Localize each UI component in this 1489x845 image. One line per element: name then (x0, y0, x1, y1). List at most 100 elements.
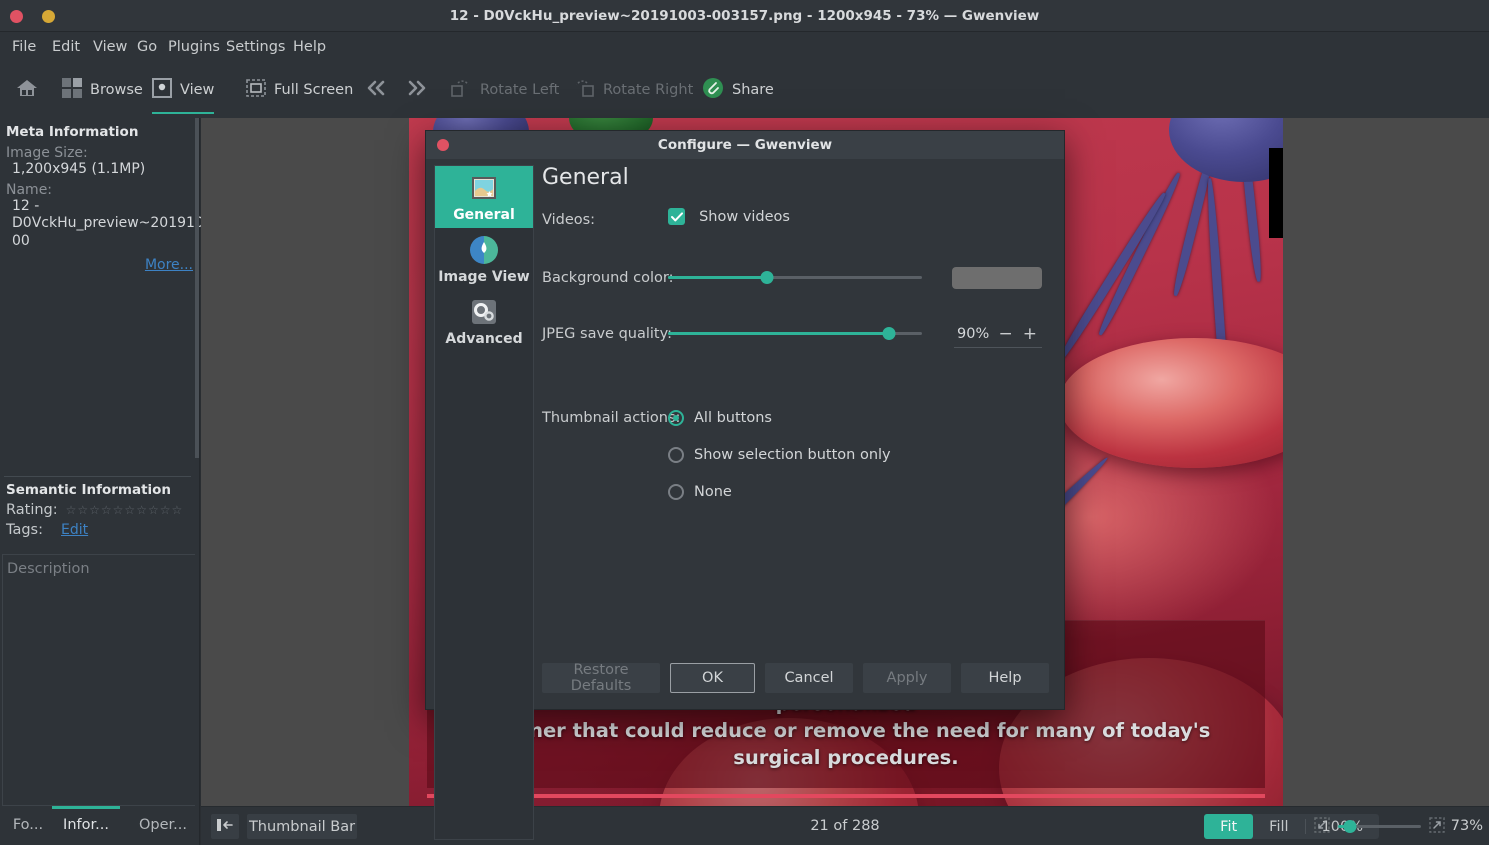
sidebar-tabbar: Fo... Infor... Oper... (0, 806, 200, 845)
background-color-label: Background color: (542, 270, 674, 286)
thumbnail-action-none[interactable]: None (668, 478, 1052, 506)
menu-view[interactable]: View (87, 32, 133, 62)
menu-edit[interactable]: Edit (46, 32, 86, 62)
zoom-mode-fit[interactable]: Fit (1204, 814, 1254, 839)
semantic-information-header: Semantic Information (6, 482, 172, 498)
meta-more-link[interactable]: More... (145, 257, 193, 273)
toolbar-view-active-indicator (152, 111, 215, 114)
radio-none[interactable] (668, 484, 684, 500)
photo-caption-line-4: manner that could reduce or remove the n… (481, 718, 1211, 742)
help-button[interactable]: Help (961, 663, 1049, 693)
image-size-key: Image Size: (6, 145, 88, 161)
menu-settings[interactable]: Settings (220, 32, 291, 62)
dialog-close-icon[interactable] (437, 139, 449, 151)
sidebar-tab-information-active-indicator (52, 806, 120, 809)
thumbnail-actions-group: Thumbnail actions: All buttons Show sele… (542, 404, 1052, 506)
jpeg-quality-spinbox[interactable]: 90% − + (954, 320, 1042, 348)
dialog-nav-advanced-label: Advanced (445, 330, 523, 347)
dialog-button-bar: Restore Defaults OK Cancel Apply Help (542, 662, 1052, 694)
zoom-mode-fill[interactable]: Fill (1253, 814, 1304, 839)
zoom-slider[interactable] (1338, 820, 1421, 833)
dialog-nav-advanced[interactable]: Advanced (435, 290, 533, 352)
radio-all-buttons[interactable] (668, 410, 684, 426)
dialog-page-title: General (542, 165, 629, 190)
jpeg-quality-slider-fill (668, 332, 889, 335)
browse-grid-icon (62, 78, 82, 102)
tags-edit-link[interactable]: Edit (61, 522, 88, 538)
zoom-mode-fit-label: Fit (1220, 818, 1238, 835)
dialog-body: General Videos: Show videos Background c… (542, 165, 1052, 515)
dialog-title: Configure — Gwenview (657, 137, 833, 153)
menu-file[interactable]: File (6, 32, 42, 62)
previous-double-chevron-icon (364, 79, 388, 101)
collapse-panel-button[interactable] (211, 814, 239, 839)
sidebar-tab-folders-label: Fo... (12, 817, 44, 833)
show-videos-checkbox[interactable] (668, 208, 685, 225)
cancel-button[interactable]: Cancel (765, 663, 853, 693)
name-value-line2: D0VckHu_preview~20191003-00 (12, 215, 227, 249)
toolbar-next-button[interactable] (399, 70, 435, 110)
jpeg-quality-slider[interactable] (668, 327, 922, 340)
radio-selection-button-only[interactable] (668, 447, 684, 463)
thumbnail-action-selection-only[interactable]: Show selection button only (668, 441, 1052, 469)
toolbar-share-label: Share (732, 82, 774, 98)
window-title: 12 - D0VckHu_preview~20191003-003157.png… (449, 8, 1040, 24)
zoom-in-icon[interactable] (1429, 816, 1445, 837)
red-blood-cell (1059, 338, 1283, 468)
toolbar-home-button[interactable] (10, 70, 44, 110)
ok-button[interactable]: OK (670, 663, 755, 693)
image-size-value: 1,200x945 (1.1MP) (12, 161, 146, 177)
home-icon (16, 78, 38, 102)
background-color-row: Background color: (542, 264, 1052, 320)
photo-black-bar (1269, 148, 1283, 238)
rating-key: Rating: (6, 502, 58, 518)
background-color-swatch[interactable] (952, 267, 1042, 289)
thumbnail-bar-button[interactable]: Thumbnail Bar (247, 814, 357, 839)
sidebar-tab-information[interactable]: Infor... (48, 806, 124, 845)
toolbar-browse-label: Browse (90, 82, 143, 98)
menu-help[interactable]: Help (287, 32, 332, 62)
jpeg-quality-label: JPEG save quality: (542, 326, 673, 342)
toolbar-previous-button[interactable] (358, 70, 394, 110)
background-color-slider[interactable] (668, 271, 922, 284)
zoom-out-icon[interactable] (1314, 816, 1330, 837)
toolbar-fullscreen-label: Full Screen (274, 82, 354, 98)
main-toolbar: Browse View Full Screen Rotate Left Rota… (0, 62, 1489, 118)
description-input[interactable]: Description (2, 554, 196, 806)
zoom-slider-knob[interactable] (1343, 820, 1357, 833)
photo-caption-line-5: surgical procedures. (733, 745, 959, 769)
rating-stars[interactable]: ☆☆☆☆☆☆☆☆☆☆ (66, 503, 184, 517)
dialog-nav-general[interactable]: General (435, 166, 533, 228)
advanced-gears-icon (468, 296, 500, 328)
name-value-line1: 12 - (12, 197, 40, 214)
view-image-icon (152, 78, 172, 102)
toolbar-rotate-left-button[interactable]: Rotate Left (444, 70, 565, 110)
sidebar-tab-information-label: Infor... (63, 817, 109, 833)
menu-go[interactable]: Go (131, 32, 163, 62)
toolbar-rotate-right-label: Rotate Right (603, 82, 694, 98)
sidebar-tab-operations-label: Oper... (139, 817, 187, 833)
sidebar-scrollbar[interactable] (195, 118, 199, 806)
tags-key: Tags: (6, 522, 43, 538)
show-videos-label: Show videos (699, 208, 790, 225)
sidebar-tab-operations[interactable]: Oper... (128, 806, 198, 845)
dialog-titlebar: Configure — Gwenview (426, 131, 1064, 159)
background-color-slider-knob[interactable] (760, 271, 774, 284)
jpeg-quality-decrement-button[interactable]: − (994, 324, 1018, 344)
restore-defaults-button[interactable]: Restore Defaults (542, 662, 660, 694)
toolbar-share-button[interactable]: Share (696, 70, 780, 110)
jpeg-quality-slider-knob[interactable] (882, 327, 896, 340)
toolbar-browse-button[interactable]: Browse (56, 70, 149, 110)
apply-button[interactable]: Apply (863, 663, 951, 693)
videos-row: Videos: Show videos (542, 206, 1052, 246)
jpeg-quality-increment-button[interactable]: + (1018, 324, 1042, 344)
dialog-nav-image-view[interactable]: Image View (435, 228, 533, 290)
toolbar-rotate-right-button[interactable]: Rotate Right (567, 70, 699, 110)
menu-plugins[interactable]: Plugins (162, 32, 226, 62)
toolbar-fullscreen-button[interactable]: Full Screen (240, 70, 359, 110)
radio-selection-button-only-label: Show selection button only (694, 447, 891, 463)
meta-information-header: Meta Information (6, 124, 139, 140)
thumbnail-bar-label: Thumbnail Bar (248, 818, 356, 835)
toolbar-view-button[interactable]: View (146, 70, 220, 114)
thumbnail-action-all-buttons[interactable]: All buttons (668, 404, 1052, 432)
